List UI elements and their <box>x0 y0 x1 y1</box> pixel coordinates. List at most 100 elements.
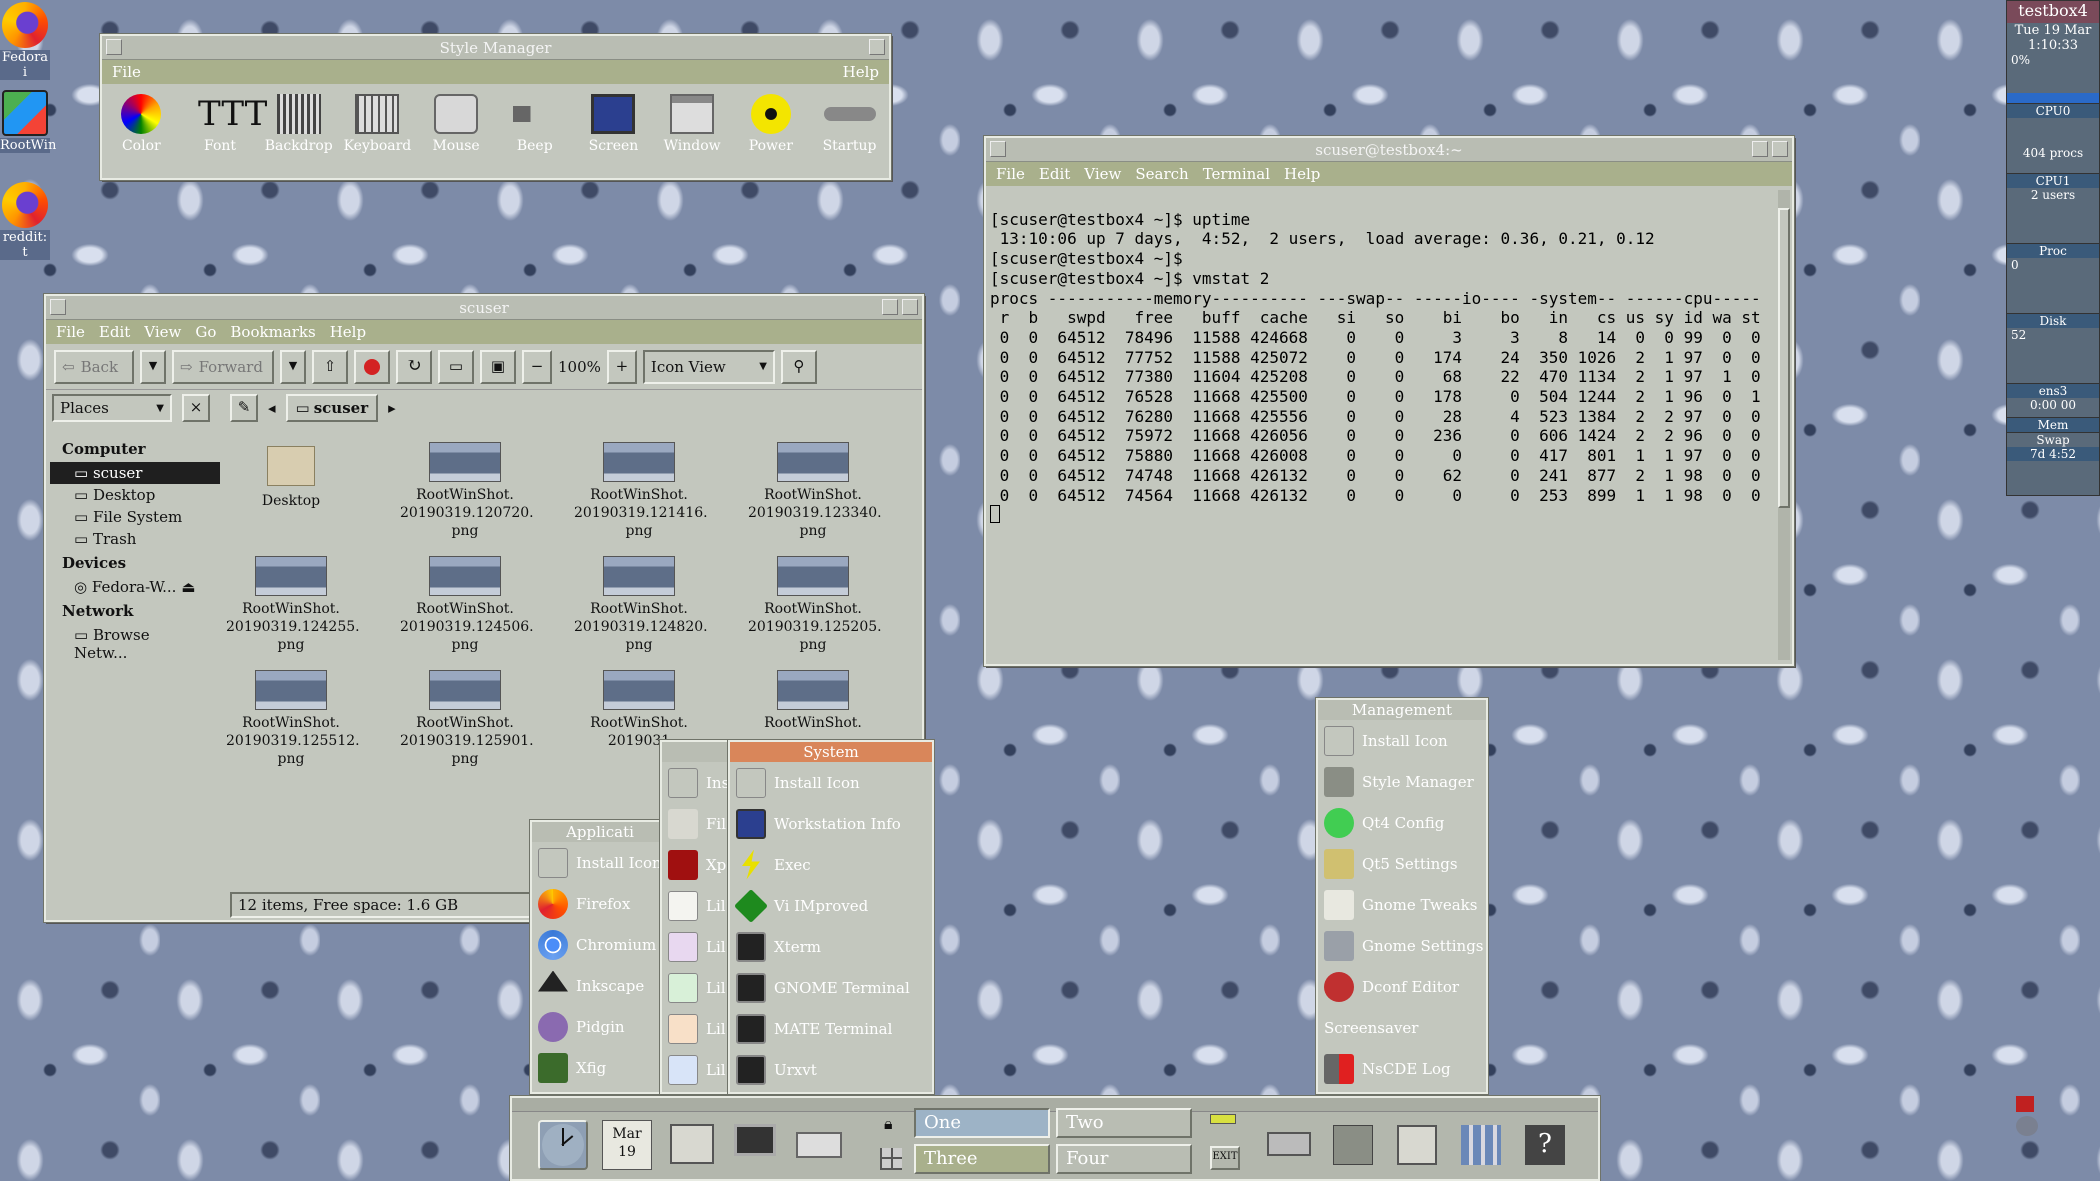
font-button[interactable]: TTT Font <box>188 94 267 154</box>
menu-item-libreoffice-impress[interactable]: Lil <box>662 1008 728 1049</box>
printer-button[interactable] <box>1264 1120 1314 1170</box>
back-history-button[interactable]: ▼ <box>140 349 166 384</box>
help-button[interactable]: ? <box>1520 1120 1570 1170</box>
sidebar-item-desktop[interactable]: ▭ Desktop <box>50 484 220 506</box>
maximize-button[interactable] <box>1772 141 1788 157</box>
menu-item-gnome-tweaks[interactable]: Gnome Tweaks <box>1318 884 1486 925</box>
dock-item-rootwin[interactable]: RootWin <box>0 88 56 153</box>
terminal-launcher-button[interactable] <box>730 1120 780 1170</box>
stop-button[interactable] <box>354 349 390 384</box>
menu-item-style-manager[interactable]: Style Manager <box>1318 761 1486 802</box>
path-left-icon[interactable]: ◂ <box>268 399 276 417</box>
file-item[interactable]: RootWinShot. 20190319.124255. png <box>226 556 360 654</box>
menu-search[interactable]: Search <box>1135 165 1188 183</box>
application-manager-button[interactable] <box>1392 1120 1442 1170</box>
calendar-icon[interactable] <box>2016 1096 2034 1112</box>
workspace-grid-icon[interactable] <box>880 1148 902 1170</box>
file-item[interactable]: RootWinShot. 20190319.124506. png <box>400 556 534 654</box>
menu-item-mate-terminal[interactable]: MATE Terminal <box>730 1008 932 1049</box>
file-item[interactable]: RootWinShot. 20190319.124820. png <box>574 556 708 654</box>
view-mode-select[interactable]: Icon View ▼ <box>642 349 775 384</box>
menu-item-dconf-editor[interactable]: Dconf Editor <box>1318 966 1486 1007</box>
menu-item-xterm[interactable]: Xterm <box>730 926 932 967</box>
menu-help[interactable]: Help <box>843 63 879 81</box>
menu-item-gnome-terminal[interactable]: GNOME Terminal <box>730 967 932 1008</box>
style-manager-button[interactable] <box>1328 1120 1378 1170</box>
menu-item-screensaver[interactable]: Screensaver <box>1318 1007 1486 1048</box>
menu-edit[interactable]: Edit <box>99 323 130 341</box>
help-books-button[interactable] <box>1456 1120 1506 1170</box>
file-item[interactable]: RootWinShot. 20190319.125512. png <box>226 670 360 768</box>
minimize-button[interactable] <box>869 39 885 55</box>
color-button[interactable]: Color <box>109 94 173 154</box>
title-bar[interactable]: Style Manager <box>102 36 889 60</box>
dock-item-firefox[interactable]: Fedora i <box>0 0 50 80</box>
close-sidebar-button[interactable]: × <box>182 394 210 422</box>
back-button[interactable]: ⇦ Back <box>54 349 134 384</box>
menu-file[interactable]: File <box>112 63 141 81</box>
menu-item-firefox[interactable]: Firefox <box>532 883 668 924</box>
menu-item-urxvt[interactable]: Urxvt <box>730 1049 932 1090</box>
zoom-in-button[interactable]: + <box>606 349 637 384</box>
menu-bookmarks[interactable]: Bookmarks <box>230 323 315 341</box>
menu-item-libreoffice[interactable]: Lil <box>662 885 728 926</box>
menu-item-qt4-config[interactable]: Qt4 Config <box>1318 802 1486 843</box>
file-item[interactable]: RootWinShot. 20190319.120720. png <box>400 442 534 540</box>
file-item[interactable]: Desktop <box>226 442 356 510</box>
menu-item-install[interactable]: Ins <box>662 762 729 803</box>
dock-item-reddit[interactable]: reddit: t <box>0 180 50 260</box>
forward-button[interactable]: ⇨ Forward <box>172 349 274 384</box>
title-bar[interactable]: scuser@testbox4:~ <box>986 138 1792 162</box>
workspace-two[interactable]: Two <box>1056 1108 1192 1138</box>
terminal-scrollbar[interactable] <box>1778 190 1790 660</box>
lock-icon[interactable]: 🔒︎ <box>884 1114 893 1134</box>
forward-history-button[interactable]: ▼ <box>280 349 306 384</box>
minimize-button[interactable] <box>1752 141 1768 157</box>
workspace-one[interactable]: One <box>914 1108 1050 1138</box>
edit-location-button[interactable]: ✎ <box>230 394 258 422</box>
menu-item-install-icon[interactable]: Install Icon <box>1318 720 1486 761</box>
power-button[interactable]: Power <box>739 94 803 154</box>
home-button[interactable]: ▭ <box>438 349 474 384</box>
menu-file[interactable]: File <box>996 165 1025 183</box>
menu-item-gnome-settings[interactable]: Gnome Settings <box>1318 925 1486 966</box>
window-button[interactable]: Window <box>660 94 724 154</box>
keyboard-button[interactable]: Keyboard <box>344 94 411 154</box>
eject-icon[interactable]: ⏏ <box>181 578 195 596</box>
file-item[interactable]: RootWinShot. 20190319.121416. png <box>574 442 708 540</box>
menu-item-pidgin[interactable]: Pidgin <box>532 1006 668 1047</box>
menu-item-install-icon[interactable]: Install Icon <box>532 842 668 883</box>
sidebar-item-filesystem[interactable]: ▭ File System <box>50 506 220 528</box>
workspace-three[interactable]: Three <box>914 1144 1050 1174</box>
file-item[interactable]: RootWinShot. <box>748 670 878 732</box>
exit-button[interactable]: EXIT <box>1210 1146 1240 1170</box>
menu-terminal[interactable]: Terminal <box>1203 165 1270 183</box>
menu-item-file[interactable]: Fil <box>662 803 728 844</box>
menu-view[interactable]: View <box>1084 165 1121 183</box>
screen-button[interactable]: Screen <box>581 94 645 154</box>
menu-item-libreoffice-base[interactable]: Lil <box>662 926 728 967</box>
computer-button[interactable]: ▣ <box>480 349 516 384</box>
up-button[interactable]: ⇧ <box>312 349 348 384</box>
beep-button[interactable]: Beep <box>503 94 567 154</box>
printer-drawer-button[interactable] <box>794 1120 844 1170</box>
menu-item-pdf[interactable]: Xp <box>662 844 728 885</box>
menu-item-qt5-settings[interactable]: Qt5 Settings <box>1318 843 1486 884</box>
menu-item-workstation-info[interactable]: Workstation Info <box>730 803 932 844</box>
user-icon[interactable] <box>2016 1116 2038 1136</box>
menu-file[interactable]: File <box>56 323 85 341</box>
scrollbar-thumb[interactable] <box>1778 208 1790 508</box>
clock-button[interactable] <box>538 1120 588 1170</box>
terminal-output[interactable]: [scuser@testbox4 ~]$ uptime 13:10:06 up … <box>986 186 1774 660</box>
workspace-four[interactable]: Four <box>1056 1144 1192 1174</box>
places-select[interactable]: Places ▼ <box>52 394 172 422</box>
calendar-button[interactable]: Mar 19 <box>602 1120 652 1170</box>
zoom-out-button[interactable]: − <box>522 349 552 384</box>
title-bar[interactable]: scuser <box>46 296 922 320</box>
reload-button[interactable]: ↻ <box>396 349 432 384</box>
file-item[interactable]: RootWinShot. 20190319.125205. png <box>748 556 882 654</box>
sidebar-item-scuser[interactable]: ▭ scuser <box>50 462 220 484</box>
menu-item-chromium[interactable]: Chromium <box>532 924 668 965</box>
file-manager-button[interactable] <box>666 1120 716 1170</box>
path-button-scuser[interactable]: ▭ scuser <box>285 394 379 422</box>
